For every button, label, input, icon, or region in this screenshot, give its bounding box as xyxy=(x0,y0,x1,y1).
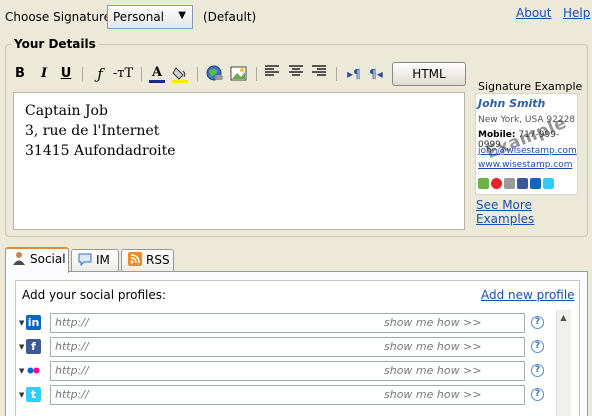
show-me-how-link[interactable]: show me how >> xyxy=(384,338,482,356)
insert-image-button[interactable] xyxy=(229,65,248,83)
font-size-button[interactable]: -тT xyxy=(111,65,135,83)
example-social-icons xyxy=(478,178,554,189)
linkedin-url-input[interactable]: http:// show me how >> xyxy=(50,313,525,333)
toolbar-divider xyxy=(336,67,337,81)
italic-button[interactable]: I xyxy=(37,65,51,83)
user-icon xyxy=(12,251,26,265)
show-me-how-link[interactable]: show me how >> xyxy=(384,362,482,380)
signature-example-title: Signature Example xyxy=(478,80,583,93)
underline-button[interactable]: U xyxy=(59,65,73,83)
myspace-icon xyxy=(478,178,489,189)
help-icon[interactable]: ? xyxy=(531,364,544,377)
choose-signature-label: Choose Signature xyxy=(5,10,112,24)
editor-line: 3, rue de l'Internet xyxy=(25,123,160,139)
twitter-icon: t xyxy=(26,387,41,402)
align-center-button[interactable] xyxy=(288,65,304,83)
rtl-button[interactable]: ¶◂ xyxy=(368,65,384,83)
toolbar-divider xyxy=(141,67,142,81)
help-link[interactable]: Help xyxy=(563,6,590,20)
flickr-url-input[interactable]: http:// show me how >> xyxy=(50,361,525,381)
see-more-examples-link[interactable]: See More Examples xyxy=(476,198,592,226)
tab-im[interactable]: IM xyxy=(71,249,119,272)
show-me-how-link[interactable]: show me how >> xyxy=(384,314,482,332)
toolbar-divider xyxy=(256,67,257,81)
blogger-icon xyxy=(491,178,502,189)
editor-line: 31415 Aufondadroite xyxy=(25,143,176,159)
row-menu-arrow[interactable]: ▼ xyxy=(19,368,24,375)
row-menu-arrow[interactable]: ▼ xyxy=(19,392,24,399)
add-new-profile-link[interactable]: Add new profile xyxy=(481,288,575,302)
toolbar-divider xyxy=(82,67,83,81)
facebook-url-placeholder: http:// xyxy=(55,340,89,353)
scroll-up-arrow-icon[interactable]: ▲ xyxy=(557,311,570,324)
row-menu-arrow[interactable]: ▼ xyxy=(19,344,24,351)
tab-rss-label: RSS xyxy=(146,253,170,267)
facebook-icon xyxy=(517,178,528,189)
rtl-icon: ¶◂ xyxy=(369,67,383,81)
scrollbar[interactable] xyxy=(556,310,571,416)
row-menu-arrow[interactable]: ▼ xyxy=(19,320,24,327)
rss-icon xyxy=(128,252,142,266)
flickr-url-placeholder: http:// xyxy=(55,364,89,377)
insert-link-button[interactable] xyxy=(206,65,223,83)
linkedin-icon: in xyxy=(26,315,41,330)
align-left-button[interactable] xyxy=(264,65,280,83)
facebook-icon: f xyxy=(26,339,41,354)
your-details-legend: Your Details xyxy=(11,37,99,51)
tab-im-label: IM xyxy=(96,253,110,267)
flickr-icon xyxy=(26,363,41,378)
text-color-button[interactable]: A xyxy=(149,65,165,83)
delicious-icon xyxy=(504,178,515,189)
signature-select[interactable]: Personal ▼ xyxy=(107,5,193,29)
help-icon[interactable]: ? xyxy=(531,340,544,353)
twitter-url-input[interactable]: http:// show me how >> xyxy=(50,385,525,405)
signature-select-value: Personal xyxy=(113,10,165,24)
signature-example-card: John Smith New York, USA 92228 Mobile: 7… xyxy=(475,93,578,195)
help-icon[interactable]: ? xyxy=(531,388,544,401)
editor-line: Captain Job xyxy=(25,103,108,119)
ltr-icon: ▸¶ xyxy=(347,67,361,81)
add-profiles-label: Add your social profiles: xyxy=(22,288,167,302)
chat-icon xyxy=(78,252,92,267)
image-icon xyxy=(230,66,247,81)
align-center-icon xyxy=(289,65,303,76)
bold-button[interactable]: B xyxy=(13,65,27,83)
facebook-url-input[interactable]: http:// show me how >> xyxy=(50,337,525,357)
tab-rss[interactable]: RSS xyxy=(121,249,174,272)
toolbar-divider xyxy=(197,67,198,81)
linkedin-icon xyxy=(530,178,541,189)
highlight-color-button[interactable] xyxy=(172,65,188,83)
show-me-how-link[interactable]: show me how >> xyxy=(384,386,482,404)
help-icon[interactable]: ? xyxy=(531,316,544,329)
ltr-button[interactable]: ▸¶ xyxy=(346,65,362,83)
tab-social[interactable]: Social xyxy=(5,247,69,273)
twitter-icon xyxy=(543,178,554,189)
html-button[interactable]: HTML xyxy=(392,62,466,86)
chevron-down-icon: ▼ xyxy=(178,10,186,21)
about-link[interactable]: About xyxy=(516,6,551,20)
align-left-icon xyxy=(265,65,279,76)
default-label: (Default) xyxy=(203,10,257,24)
example-name: John Smith xyxy=(478,97,546,110)
signature-editor[interactable]: Captain Job 3, rue de l'Internet 31415 A… xyxy=(13,92,465,230)
align-right-button[interactable] xyxy=(311,65,327,83)
globe-link-icon xyxy=(206,65,223,81)
linkedin-url-placeholder: http:// xyxy=(55,316,89,329)
font-family-button[interactable]: ƒ xyxy=(91,65,109,83)
paint-bucket-icon xyxy=(172,67,188,83)
align-right-icon xyxy=(312,65,326,76)
twitter-url-placeholder: http:// xyxy=(55,388,89,401)
tab-social-label: Social xyxy=(30,252,66,266)
